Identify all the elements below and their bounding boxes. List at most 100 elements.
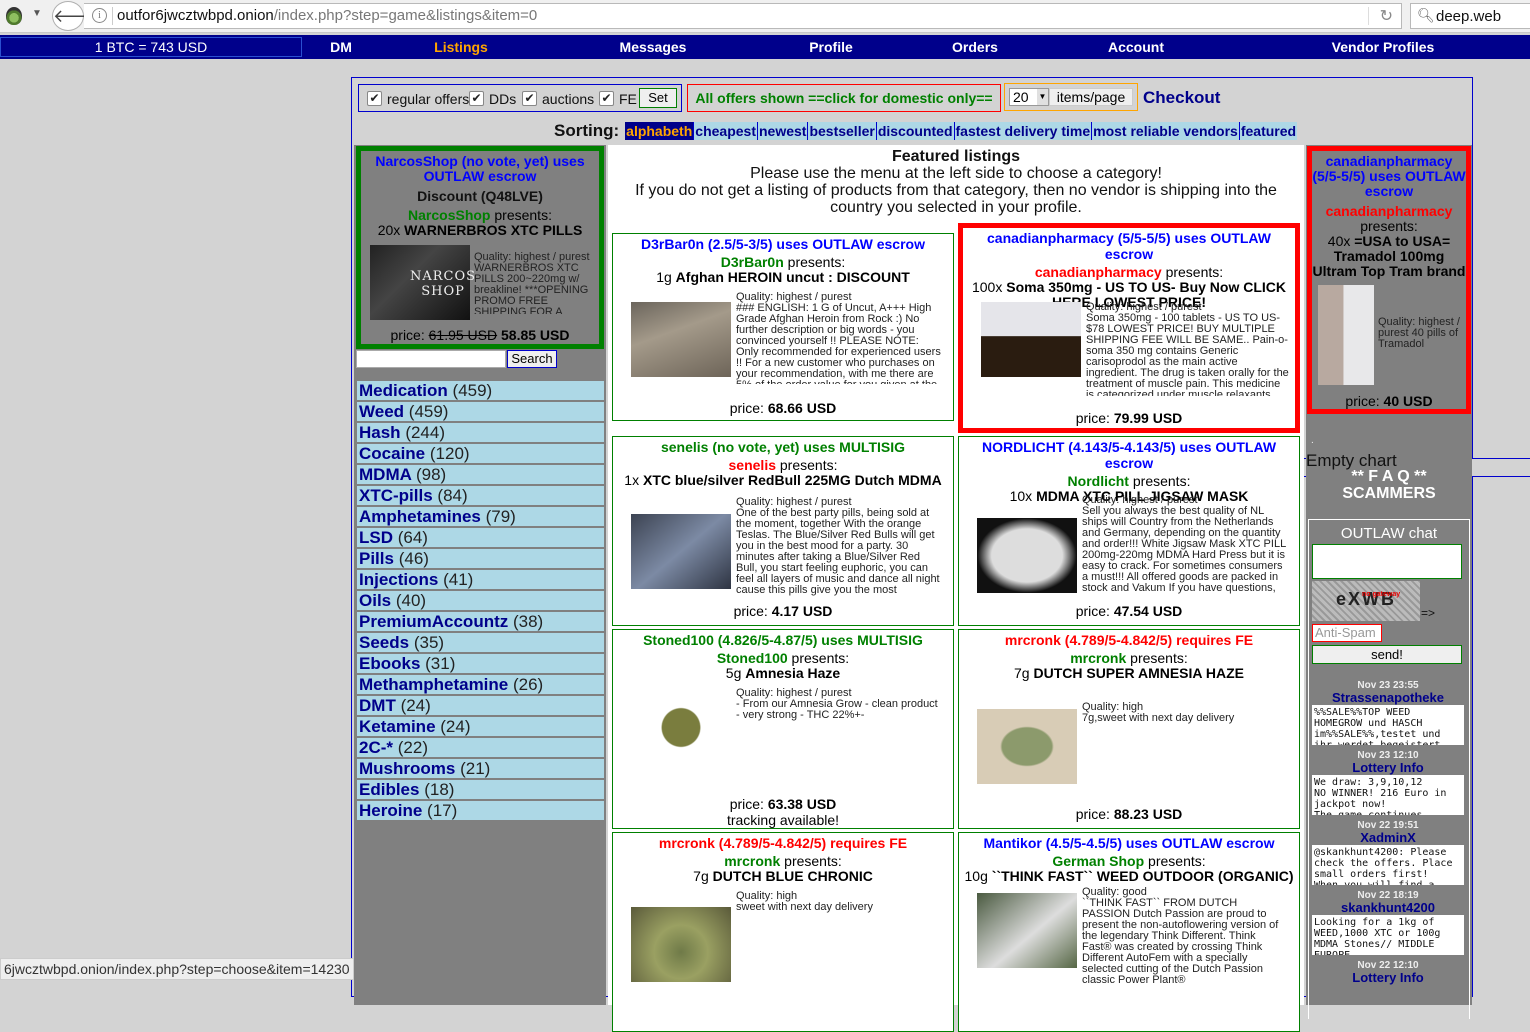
listing-vendor-nick[interactable]: Stoned100 (717, 650, 788, 666)
sort-featured[interactable]: featured (1238, 122, 1298, 140)
category-search-button[interactable]: Search (507, 350, 557, 368)
category-item[interactable]: Hash (244) (357, 423, 604, 442)
chat-message-user[interactable]: Lottery Info (1312, 971, 1464, 985)
right-promo-listing[interactable]: canadianpharmacy (5/5-5/5) uses OUTLAW e… (1307, 146, 1471, 414)
listing-product[interactable]: 5g Amnesia Haze (613, 666, 953, 681)
listing-card[interactable]: Stoned100 (4.826/5-4.87/5) uses MULTISIG… (612, 629, 954, 829)
category-item[interactable]: Heroine (17) (357, 801, 604, 820)
nav-profile[interactable]: Profile (809, 39, 853, 55)
sort-bestseller[interactable]: bestseller (807, 122, 876, 140)
category-item[interactable]: DMT (24) (357, 696, 604, 715)
auctions-checkbox[interactable]: ✔ (522, 91, 537, 106)
listing-product-image[interactable] (631, 302, 731, 377)
anti-spam-input[interactable]: Anti-Spam (1312, 624, 1382, 642)
sort-newest[interactable]: newest (756, 122, 808, 140)
listing-product-image[interactable] (977, 518, 1077, 593)
category-item[interactable]: Mushrooms (21) (357, 759, 604, 778)
listing-product-image[interactable] (977, 893, 1077, 968)
sort-discounted[interactable]: discounted (875, 122, 954, 140)
listing-product[interactable]: 10g ``THINK FAST`` WEED OUTDOOR (ORGANIC… (959, 869, 1299, 884)
category-item[interactable]: Pills (46) (357, 549, 604, 568)
browser-search-input[interactable]: 🔍︎ deep.web (1410, 3, 1530, 29)
category-item[interactable]: PremiumAccountz (38) (357, 612, 604, 631)
tor-onion-icon[interactable] (6, 7, 22, 25)
category-item[interactable]: Edibles (18) (357, 780, 604, 799)
right-promo-product[interactable]: 40x =USA to USA= Tramadol 100mg Ultram T… (1312, 234, 1466, 279)
chat-message-user[interactable]: XadminX (1312, 831, 1464, 845)
listing-product-image[interactable] (977, 709, 1077, 784)
listing-card[interactable]: NORDLICHT (4.143/5-4.143/5) uses OUTLAW … (958, 436, 1300, 626)
category-item[interactable]: Seeds (35) (357, 633, 604, 652)
listing-card[interactable]: Mantikor (4.5/5-4.5/5) uses OUTLAW escro… (958, 832, 1300, 1032)
listing-product-image[interactable] (631, 907, 731, 982)
url-text[interactable]: outfor6jwcztwbpd.onion/index.php?step=ga… (117, 7, 537, 24)
promo-vendor-line[interactable]: NarcosShop (no vote, yet) uses OUTLAW es… (361, 154, 599, 184)
listing-vendor-line[interactable]: Stoned100 (4.826/5-4.87/5) uses MULTISIG (613, 632, 953, 648)
promo-product-image[interactable]: NARCOS SHOP (370, 245, 475, 320)
listing-vendor-nick[interactable]: German Shop (1052, 853, 1144, 869)
category-item[interactable]: Methamphetamine (26) (357, 675, 604, 694)
listing-vendor-nick[interactable]: mrcronk (1070, 650, 1126, 666)
reload-icon[interactable]: ↻ (1380, 6, 1393, 26)
listing-vendor-line[interactable]: canadianpharmacy (5/5-5/5) uses OUTLAW e… (963, 230, 1295, 262)
listing-card[interactable]: D3rBar0n (2.5/5-3/5) uses OUTLAW escrow D… (612, 233, 954, 421)
category-item[interactable]: Ebooks (31) (357, 654, 604, 673)
listing-vendor-nick[interactable]: senelis (729, 457, 776, 473)
faq-link[interactable]: ** F A Q ** (1306, 468, 1472, 486)
fe-checkbox[interactable]: ✔ (599, 91, 614, 106)
listing-vendor-line[interactable]: Mantikor (4.5/5-4.5/5) uses OUTLAW escro… (959, 835, 1299, 851)
category-item[interactable]: Amphetamines (79) (357, 507, 604, 526)
listing-vendor-line[interactable]: D3rBar0n (2.5/5-3/5) uses OUTLAW escrow (613, 236, 953, 252)
listing-vendor-line[interactable]: NORDLICHT (4.143/5-4.143/5) uses OUTLAW … (959, 439, 1299, 471)
nav-account[interactable]: Account (1108, 39, 1164, 55)
sort-cheapest[interactable]: cheapest (693, 122, 757, 140)
listing-vendor-line[interactable]: mrcronk (4.789/5-4.842/5) requires FE (959, 632, 1299, 648)
promo-vendor-nick[interactable]: NarcosShop (408, 207, 490, 223)
promo-listing[interactable]: NarcosShop (no vote, yet) uses OUTLAW es… (356, 146, 604, 349)
chat-message-user[interactable]: skankhunt4200 (1312, 901, 1464, 915)
right-promo-image[interactable] (1318, 285, 1374, 385)
nav-dm[interactable]: DM (330, 39, 352, 55)
chat-message-text[interactable]: Looking for a 1kg of WEED,1000 XTC or 10… (1312, 915, 1464, 955)
chat-message-user[interactable]: Lottery Info (1312, 761, 1464, 775)
category-search-input[interactable] (356, 350, 506, 368)
listing-card[interactable]: canadianpharmacy (5/5-5/5) uses OUTLAW e… (958, 223, 1300, 433)
nav-listings[interactable]: Listings (434, 39, 488, 55)
listing-vendor-nick[interactable]: mrcronk (724, 853, 780, 869)
category-item[interactable]: XTC-pills (84) (357, 486, 604, 505)
listing-product-image[interactable] (631, 514, 731, 589)
listing-vendor-nick[interactable]: Nordlicht (1068, 473, 1129, 489)
category-item[interactable]: Injections (41) (357, 570, 604, 589)
category-item[interactable]: MDMA (98) (357, 465, 604, 484)
sort-most-reliable[interactable]: most reliable vendors (1091, 122, 1239, 140)
chat-message-input[interactable] (1312, 544, 1462, 579)
info-icon[interactable]: i (92, 8, 107, 23)
chat-message-user[interactable]: Strassenapotheke (1312, 691, 1464, 705)
listing-card[interactable]: mrcronk (4.789/5-4.842/5) requires FE mrc… (612, 832, 954, 1032)
set-button[interactable]: Set (639, 88, 677, 108)
chevron-down-icon[interactable]: ▼ (32, 8, 42, 19)
listing-card[interactable]: senelis (no vote, yet) uses MULTISIG sene… (612, 436, 954, 626)
listing-product[interactable]: 1x XTC blue/silver RedBull 225MG Dutch M… (613, 473, 953, 488)
right-promo-vendor-line[interactable]: canadianpharmacy (5/5-5/5) uses OUTLAW e… (1312, 154, 1466, 199)
category-item[interactable]: Oils (40) (357, 591, 604, 610)
scammers-link[interactable]: SCAMMERS (1306, 485, 1472, 503)
chat-message-text[interactable]: We draw: 3,9,10,12 NO WINNER! 216 Euro i… (1312, 775, 1464, 815)
send-button[interactable]: send! (1312, 645, 1462, 664)
category-item[interactable]: Medication (459) (357, 381, 604, 400)
listing-product-image[interactable] (981, 302, 1081, 377)
items-per-page-select[interactable]: 20 ▼ (1009, 88, 1049, 106)
chat-message-text[interactable]: @skankhunt4200: Please check the offers.… (1312, 845, 1464, 885)
listing-product[interactable]: 1g Afghan HEROIN uncut : DISCOUNT (613, 270, 953, 285)
sort-alphabeth[interactable]: alphabeth (625, 122, 694, 140)
category-item[interactable]: Ketamine (24) (357, 717, 604, 736)
nav-messages[interactable]: Messages (620, 39, 687, 55)
listing-product[interactable]: 7g DUTCH BLUE CHRONIC (613, 869, 953, 884)
nav-vendor-profiles[interactable]: Vendor Profiles (1332, 39, 1435, 55)
nav-orders[interactable]: Orders (952, 39, 998, 55)
regular-offers-checkbox[interactable]: ✔ (367, 91, 382, 106)
listing-vendor-nick[interactable]: canadianpharmacy (1035, 264, 1162, 280)
url-bar[interactable]: i outfor6jwcztwbpd.onion/index.php?step=… (84, 3, 1402, 29)
right-promo-nick[interactable]: canadianpharmacy (1312, 203, 1466, 219)
listing-vendor-line[interactable]: mrcronk (4.789/5-4.842/5) requires FE (613, 835, 953, 851)
